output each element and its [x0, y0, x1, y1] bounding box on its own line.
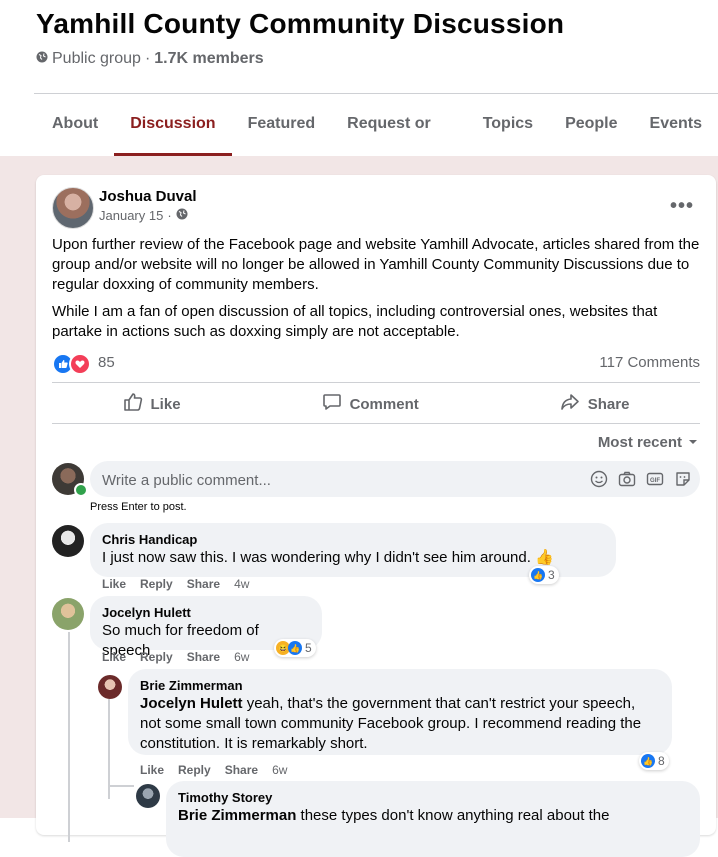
- reaction-icons[interactable]: [52, 353, 91, 375]
- comment-text: I just now saw this. I was wondering why…: [102, 549, 554, 566]
- reaction-count[interactable]: 85: [98, 354, 115, 371]
- reply-bubble: Timothy Storey Brie Zimmerman these type…: [166, 781, 700, 857]
- comment-reactions[interactable]: 😆 👍 5: [274, 639, 316, 657]
- group-privacy: Public group: [52, 50, 141, 67]
- comment-time[interactable]: 6w: [272, 763, 287, 777]
- tab-featured[interactable]: Featured: [232, 94, 332, 154]
- mention-link[interactable]: Jocelyn Hulett: [140, 695, 243, 712]
- like-reaction-icon: 👍: [288, 641, 302, 655]
- comment-icon: [322, 392, 342, 416]
- caret-down-icon: [688, 434, 698, 451]
- commenter-name[interactable]: Jocelyn Hulett: [102, 604, 310, 621]
- love-reaction-icon: [69, 353, 91, 375]
- sticker-icon[interactable]: [674, 470, 692, 488]
- tab-request-or-offer-help[interactable]: Request or Offer Help: [331, 94, 467, 192]
- tab-people[interactable]: People: [549, 94, 633, 154]
- share-label: Share: [587, 395, 630, 413]
- meta-separator: ·: [144, 50, 151, 67]
- like-button[interactable]: Like: [123, 385, 181, 423]
- share-icon: [560, 392, 580, 416]
- group-members[interactable]: 1.7K members: [154, 50, 263, 68]
- comments-count[interactable]: 117 Comments: [599, 354, 700, 371]
- post-paragraph: While I am a fan of open discussion of a…: [52, 303, 658, 340]
- comment-share-button[interactable]: Share: [225, 763, 258, 777]
- comment-button[interactable]: Comment: [322, 385, 419, 423]
- group-header: Yamhill County Community Discussion Publ…: [0, 0, 718, 192]
- comment-reply-button[interactable]: Reply: [140, 577, 173, 591]
- composer-hint: Press Enter to post.: [90, 501, 187, 513]
- camera-icon[interactable]: [618, 470, 636, 488]
- thumbs-up-icon: [123, 392, 143, 416]
- comment-like-button[interactable]: Like: [102, 577, 126, 591]
- group-title[interactable]: Yamhill County Community Discussion: [36, 8, 564, 40]
- comment-reactions[interactable]: 👍 3: [529, 566, 559, 584]
- author-avatar[interactable]: [52, 187, 94, 229]
- tab-events[interactable]: Events: [634, 94, 718, 154]
- comment-reply-button[interactable]: Reply: [140, 650, 173, 664]
- post-body: Upon further review of the Facebook page…: [52, 235, 702, 349]
- gif-icon[interactable]: GIF: [646, 470, 664, 488]
- comment-time[interactable]: 4w: [234, 577, 249, 591]
- svg-text:GIF: GIF: [650, 478, 660, 484]
- divider: [52, 382, 700, 383]
- like-reaction-icon: 👍: [531, 568, 545, 582]
- reaction-summary: 85 117 Comments: [52, 351, 700, 375]
- tab-discussion[interactable]: Discussion: [114, 94, 232, 156]
- comment-actions: Like Reply Share 6w: [140, 763, 287, 777]
- commenter-avatar[interactable]: [52, 598, 84, 630]
- online-status-dot: [74, 483, 88, 497]
- comment-share-button[interactable]: Share: [187, 650, 220, 664]
- sort-comments-dropdown[interactable]: Most recent: [598, 434, 698, 451]
- comment-time[interactable]: 6w: [234, 650, 249, 664]
- globe-icon: [36, 50, 48, 68]
- comment-text-container: Brie Zimmerman these types don't know an…: [178, 806, 688, 826]
- like-label: Like: [150, 395, 181, 413]
- emoji-icon[interactable]: [590, 470, 608, 488]
- more-options-button[interactable]: •••: [670, 195, 694, 218]
- commenter-avatar[interactable]: [136, 784, 160, 808]
- comment-actions: Like Reply Share 4w: [102, 577, 249, 591]
- post-date[interactable]: January 15: [99, 208, 163, 223]
- date-separator: ·: [167, 208, 172, 223]
- group-tabs: About Discussion Featured Request or Off…: [36, 94, 718, 192]
- like-reaction-icon: 👍: [641, 754, 655, 768]
- comment-like-button[interactable]: Like: [102, 650, 126, 664]
- mention-link[interactable]: Brie Zimmerman: [178, 807, 296, 824]
- comment-actions: Like Reply Share 6w: [102, 650, 249, 664]
- comment-text: these types don't know anything real abo…: [296, 807, 610, 824]
- commenter-name[interactable]: Brie Zimmerman: [140, 677, 660, 694]
- tab-about[interactable]: About: [36, 94, 114, 154]
- tab-topics[interactable]: Topics: [467, 94, 549, 154]
- post-actions: Like Comment Share: [52, 385, 700, 423]
- comment-reaction-count: 5: [305, 641, 312, 655]
- post-paragraph: Upon further review of the Facebook page…: [52, 236, 700, 293]
- comment-reactions[interactable]: 👍 8: [639, 752, 669, 770]
- globe-icon: [176, 208, 188, 223]
- commenter-name[interactable]: Chris Handicap: [102, 531, 604, 548]
- post-date-row: January 15 ·: [99, 208, 188, 223]
- composer-tools: GIF: [590, 470, 692, 488]
- comment-reaction-count: 3: [548, 568, 555, 582]
- comment-label: Comment: [349, 395, 419, 413]
- comment-share-button[interactable]: Share: [187, 577, 220, 591]
- comment-input[interactable]: [100, 461, 574, 499]
- divider: [52, 423, 700, 424]
- comment-text-container: Jocelyn Hulett yeah, that's the governme…: [140, 694, 660, 754]
- commenter-avatar[interactable]: [98, 675, 122, 699]
- thread-line: [108, 785, 134, 787]
- commenter-avatar[interactable]: [52, 525, 84, 557]
- comment-like-button[interactable]: Like: [140, 763, 164, 777]
- sort-label: Most recent: [597, 434, 682, 451]
- reply-bubble: Brie Zimmerman Jocelyn Hulett yeah, that…: [128, 669, 672, 755]
- commenter-name[interactable]: Timothy Storey: [178, 789, 688, 806]
- comment-reply-button[interactable]: Reply: [178, 763, 211, 777]
- thread-line: [68, 632, 70, 842]
- share-button[interactable]: Share: [560, 385, 630, 423]
- comment-reaction-count: 8: [658, 754, 665, 768]
- group-meta: Public group · 1.7K members: [36, 50, 264, 68]
- post-author[interactable]: Joshua Duval: [99, 188, 197, 205]
- post-card: Joshua Duval January 15 · ••• Upon furth…: [36, 175, 716, 857]
- thread-line: [108, 699, 110, 799]
- comment-composer: GIF: [90, 461, 700, 499]
